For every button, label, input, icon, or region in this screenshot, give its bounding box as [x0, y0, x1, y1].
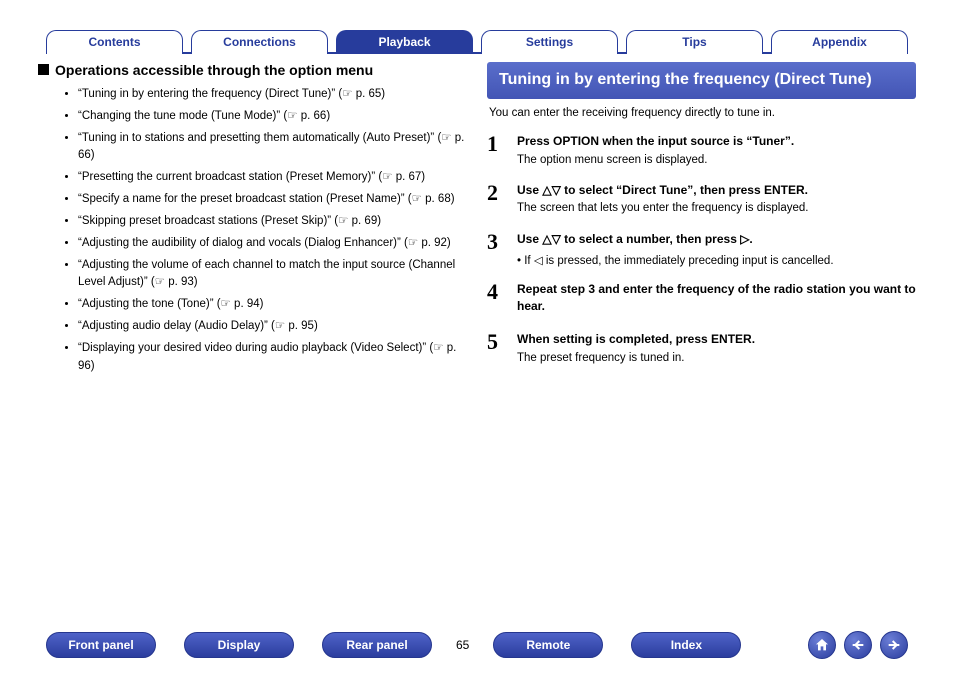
list-item[interactable]: “Adjusting audio delay (Audio Delay)” (☞…	[78, 318, 467, 336]
list-item[interactable]: “Adjusting the volume of each channel to…	[78, 257, 467, 293]
step-number: 2	[487, 182, 505, 217]
tab-contents[interactable]: Contents	[46, 30, 183, 54]
nav-icons	[808, 631, 908, 659]
remote-button[interactable]: Remote	[493, 632, 603, 658]
step-number: 3	[487, 231, 505, 268]
step-5: 5 When setting is completed, press ENTER…	[487, 331, 916, 366]
list-item[interactable]: “Displaying your desired video during au…	[78, 340, 467, 376]
display-button[interactable]: Display	[184, 632, 294, 658]
step-note: The screen that lets you enter the frequ…	[517, 200, 916, 216]
front-panel-button[interactable]: Front panel	[46, 632, 156, 658]
step-4: 4 Repeat step 3 and enter the frequency …	[487, 281, 916, 317]
right-column: Tuning in by entering the frequency (Dir…	[487, 62, 916, 603]
step-note: The option menu screen is displayed.	[517, 152, 916, 168]
step-sub: If ◁ is pressed, the immediately precedi…	[517, 253, 916, 267]
left-heading-text: Operations accessible through the option…	[55, 62, 373, 78]
page-content: Operations accessible through the option…	[38, 62, 916, 603]
section-title: Tuning in by entering the frequency (Dir…	[487, 62, 916, 99]
list-item[interactable]: “Specify a name for the preset broadcast…	[78, 191, 467, 209]
page-number: 65	[456, 638, 469, 652]
tab-playback[interactable]: Playback	[336, 30, 473, 54]
rear-panel-button[interactable]: Rear panel	[322, 632, 432, 658]
step-title: When setting is completed, press ENTER.	[517, 331, 916, 348]
step-title: Repeat step 3 and enter the frequency of…	[517, 281, 916, 315]
tab-connections[interactable]: Connections	[191, 30, 328, 54]
left-heading: Operations accessible through the option…	[38, 62, 467, 78]
home-icon[interactable]	[808, 631, 836, 659]
step-title: Use △▽ to select “Direct Tune”, then pre…	[517, 182, 916, 199]
step-note: The preset frequency is tuned in.	[517, 350, 916, 366]
index-button[interactable]: Index	[631, 632, 741, 658]
prev-icon[interactable]	[844, 631, 872, 659]
step-2: 2 Use △▽ to select “Direct Tune”, then p…	[487, 182, 916, 217]
next-icon[interactable]	[880, 631, 908, 659]
square-bullet-icon	[38, 64, 49, 75]
step-number: 5	[487, 331, 505, 366]
list-item[interactable]: “Skipping preset broadcast stations (Pre…	[78, 213, 467, 231]
tab-appendix[interactable]: Appendix	[771, 30, 908, 54]
tab-tips[interactable]: Tips	[626, 30, 763, 54]
step-title: Press OPTION when the input source is “T…	[517, 133, 916, 150]
step-number: 4	[487, 281, 505, 317]
step-3: 3 Use △▽ to select a number, then press …	[487, 231, 916, 268]
list-item[interactable]: “Adjusting the audibility of dialog and …	[78, 235, 467, 253]
list-item[interactable]: “Changing the tune mode (Tune Mode)” (☞ …	[78, 108, 467, 126]
bottom-bar: Front panel Display Rear panel 65 Remote…	[46, 629, 908, 661]
step-number: 1	[487, 133, 505, 168]
step-title: Use △▽ to select a number, then press ▷.	[517, 231, 916, 248]
step-1: 1 Press OPTION when the input source is …	[487, 133, 916, 168]
section-intro: You can enter the receiving frequency di…	[489, 107, 914, 119]
list-item[interactable]: “Tuning in by entering the frequency (Di…	[78, 86, 467, 104]
list-item[interactable]: “Adjusting the tone (Tone)” (☞ p. 94)	[78, 296, 467, 314]
tab-settings[interactable]: Settings	[481, 30, 618, 54]
list-item[interactable]: “Presetting the current broadcast statio…	[78, 169, 467, 187]
option-menu-list: “Tuning in by entering the frequency (Di…	[38, 86, 467, 375]
left-column: Operations accessible through the option…	[38, 62, 467, 603]
list-item[interactable]: “Tuning in to stations and presetting th…	[78, 130, 467, 166]
top-tab-bar: Contents Connections Playback Settings T…	[46, 30, 908, 54]
